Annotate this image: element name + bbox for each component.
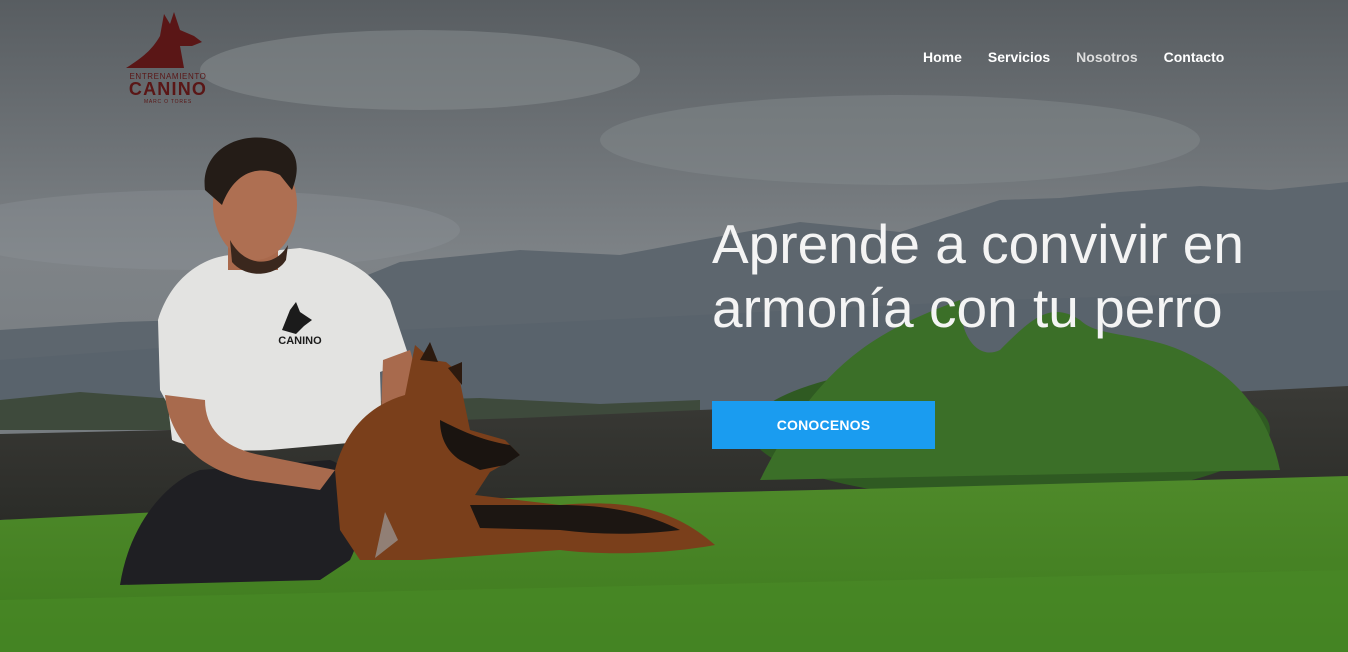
hero-section: CANINO ENTRENAMIENTO CANINO MARC O TORES…	[0, 0, 1348, 652]
nav-item-servicios[interactable]: Servicios	[988, 49, 1050, 65]
nav-item-home[interactable]: Home	[923, 49, 962, 65]
svg-text:CANINO: CANINO	[278, 335, 322, 347]
german-shepherd-logo-icon	[126, 12, 202, 68]
brand-line-3: MARC O TORES	[143, 99, 193, 105]
nav-item-nosotros[interactable]: Nosotros	[1076, 49, 1137, 65]
hero-headline-line-2: armonía con tu perro	[712, 277, 1223, 339]
conocenos-button[interactable]: CONOCENOS	[712, 401, 935, 449]
nav-item-contacto[interactable]: Contacto	[1164, 49, 1225, 65]
brand-line-2: CANINO	[128, 79, 208, 99]
hero-headline-line-1: Aprende a convivir en	[712, 213, 1244, 275]
main-navigation: Home Servicios Nosotros Contacto	[923, 49, 1250, 65]
brand-logo[interactable]: ENTRENAMIENTO CANINO MARC O TORES	[122, 10, 214, 108]
hero-headline: Aprende a convivir en armonía con tu per…	[712, 212, 1332, 340]
